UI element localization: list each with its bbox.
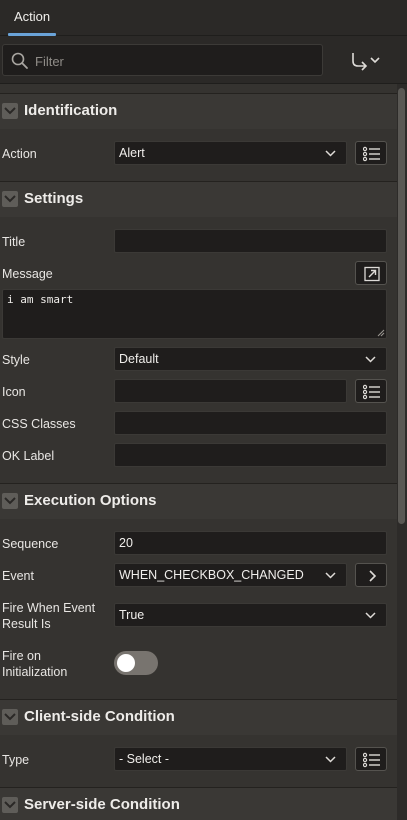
fire-when-label: Fire When Event Result Is xyxy=(2,600,95,632)
fire-init-label-line2: Initialization xyxy=(2,665,68,679)
sequence-label: Sequence xyxy=(2,537,59,551)
ok-label-input[interactable] xyxy=(114,443,387,467)
action-value: Alert xyxy=(119,146,145,160)
style-value: Default xyxy=(119,352,159,366)
ok-label-label: OK Label xyxy=(2,449,55,463)
chevron-down-icon xyxy=(365,356,376,363)
section-title: Client-side Condition xyxy=(24,708,175,725)
tab-bar: Action xyxy=(0,0,407,36)
chevron-down-icon xyxy=(325,756,336,763)
icon-input[interactable] xyxy=(114,379,347,403)
fire-init-label: Fire on Initialization xyxy=(2,648,67,680)
fire-when-select[interactable]: True xyxy=(114,603,387,627)
collapse-icon xyxy=(2,709,18,725)
fire-when-label-line1: Fire When Event xyxy=(2,601,96,615)
search-icon xyxy=(11,52,28,69)
open-dialog-button[interactable] xyxy=(355,261,387,285)
collapse-icon xyxy=(2,797,18,813)
type-list-button[interactable] xyxy=(355,747,387,771)
list-icon xyxy=(363,146,380,162)
collapse-icon xyxy=(2,103,18,119)
resize-grip-icon[interactable] xyxy=(377,329,385,337)
style-label: Style xyxy=(2,353,30,367)
chevron-down-icon xyxy=(325,572,336,579)
section-client-condition-header[interactable]: Client-side Condition xyxy=(0,699,397,735)
property-editor: Action Identification xyxy=(0,0,407,820)
section-execution-header[interactable]: Execution Options xyxy=(0,483,397,519)
section-title: Server-side Condition xyxy=(24,796,180,813)
goto-group-button[interactable] xyxy=(346,50,384,72)
chevron-down-icon xyxy=(325,150,336,157)
section-settings-header[interactable]: Settings xyxy=(0,181,397,217)
title-label: Title xyxy=(2,235,26,249)
section-title: Execution Options xyxy=(24,492,157,509)
list-icon xyxy=(363,752,380,768)
section-server-condition-header[interactable]: Server-side Condition xyxy=(0,787,397,820)
section-title: Identification xyxy=(24,102,118,119)
icon-list-button[interactable] xyxy=(355,379,387,403)
sequence-input[interactable]: 20 xyxy=(114,531,387,555)
type-value: - Select - xyxy=(119,752,170,766)
fire-when-label-line2: Result Is xyxy=(2,617,51,631)
message-textarea[interactable]: i am smart xyxy=(2,289,387,339)
goto-event-button[interactable] xyxy=(355,563,387,587)
action-select[interactable]: Alert xyxy=(114,141,347,165)
style-select[interactable]: Default xyxy=(114,347,387,371)
tab-action-label: Action xyxy=(14,9,51,24)
chevron-right-icon xyxy=(369,570,377,582)
filter-bar xyxy=(0,36,407,84)
collapse-icon xyxy=(2,191,18,207)
icon-label: Icon xyxy=(2,385,26,399)
fire-when-value: True xyxy=(119,608,145,622)
action-list-button[interactable] xyxy=(355,141,387,165)
css-classes-label: CSS Classes xyxy=(2,417,76,431)
scrollbar-thumb[interactable] xyxy=(398,88,405,524)
type-select[interactable]: - Select - xyxy=(114,747,347,771)
section-title: Settings xyxy=(24,190,84,207)
action-label: Action xyxy=(2,147,37,161)
filter-box[interactable] xyxy=(2,44,323,76)
chevron-down-icon xyxy=(365,612,376,619)
event-label: Event xyxy=(2,569,34,583)
title-input[interactable] xyxy=(114,229,387,253)
type-label: Type xyxy=(2,753,30,767)
sequence-value: 20 xyxy=(119,536,133,550)
tab-action[interactable]: Action xyxy=(0,0,64,36)
css-classes-input[interactable] xyxy=(114,411,387,435)
properties-panel[interactable]: Identification Action Alert Settings Tit… xyxy=(0,84,397,820)
scrollbar[interactable] xyxy=(397,84,407,820)
collapse-icon xyxy=(2,493,18,509)
event-value: WHEN_CHECKBOX_CHANGED xyxy=(119,568,304,582)
toggle-knob xyxy=(117,654,135,672)
message-value: i am smart xyxy=(7,293,74,306)
open-dialog-icon xyxy=(364,266,380,282)
section-identification-header[interactable]: Identification xyxy=(0,93,397,129)
event-select[interactable]: WHEN_CHECKBOX_CHANGED xyxy=(114,563,347,587)
goto-arrow-icon xyxy=(352,53,380,71)
filter-input[interactable] xyxy=(35,51,315,71)
message-label: Message xyxy=(2,267,53,281)
fire-on-init-toggle[interactable] xyxy=(114,651,158,675)
fire-init-label-line1: Fire on xyxy=(2,649,41,663)
list-icon xyxy=(363,384,380,400)
